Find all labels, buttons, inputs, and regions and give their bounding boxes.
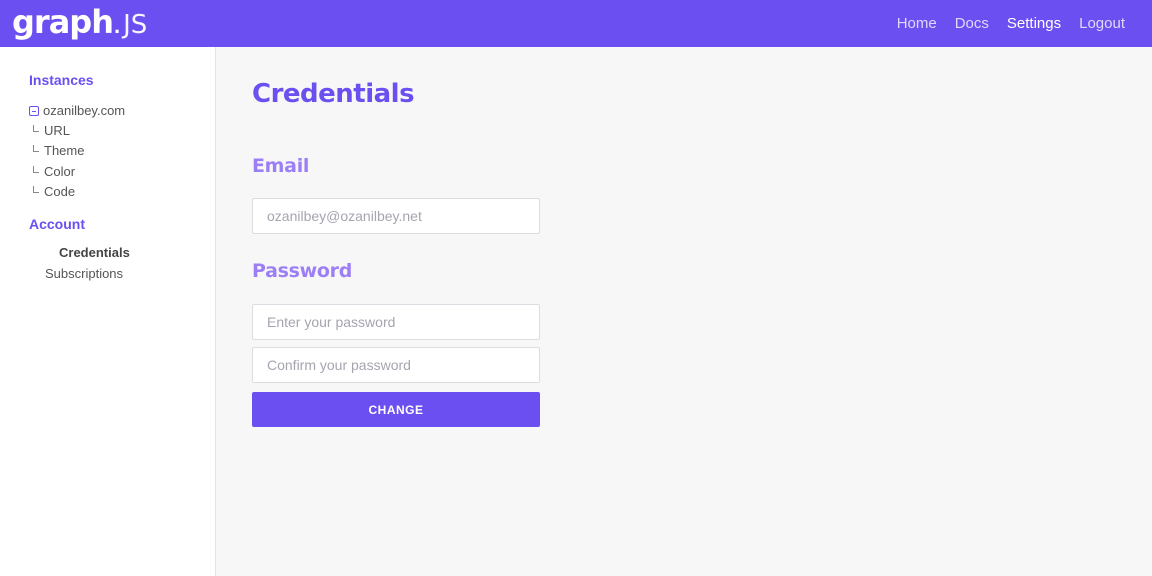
- settings-sidebar: Instances ozanilbey.com URL Theme Color …: [0, 47, 216, 576]
- tree-elbow-icon: [33, 186, 39, 194]
- account-item-subscriptions[interactable]: Subscriptions: [45, 266, 215, 287]
- instance-child-label: Theme: [44, 143, 85, 159]
- nav-docs-link[interactable]: Docs: [955, 15, 989, 32]
- logo-text-bold: graph: [12, 2, 114, 41]
- instance-child-label: Code: [44, 184, 76, 200]
- top-navbar: graph. JS Home Docs Settings Logout: [0, 0, 1152, 47]
- instance-child-color[interactable]: Color: [29, 161, 215, 182]
- tree-elbow-icon: [33, 165, 39, 173]
- account-heading: Account: [29, 216, 85, 232]
- email-heading: Email: [252, 155, 310, 177]
- tree-elbow-icon: [33, 124, 39, 132]
- instance-child-theme[interactable]: Theme: [29, 141, 215, 162]
- account-menu: Credentials Subscriptions: [29, 245, 215, 287]
- instance-tree: ozanilbey.com URL Theme Color Code: [29, 101, 215, 202]
- email-field[interactable]: [252, 198, 540, 234]
- instance-item[interactable]: ozanilbey.com: [29, 101, 215, 120]
- nav-logout-link[interactable]: Logout: [1079, 15, 1125, 32]
- instance-child-label: Color: [44, 163, 76, 179]
- password-heading: Password: [252, 260, 353, 282]
- change-button[interactable]: CHANGE: [252, 392, 540, 427]
- logo-dot: .: [113, 12, 121, 38]
- instance-child-code[interactable]: Code: [29, 182, 215, 203]
- tree-elbow-icon: [33, 145, 39, 153]
- collapse-icon[interactable]: [29, 105, 39, 116]
- password-field[interactable]: [252, 304, 540, 340]
- instance-name: ozanilbey.com: [43, 103, 126, 118]
- nav-settings-link[interactable]: Settings: [1007, 15, 1061, 32]
- instance-child-label: URL: [44, 122, 71, 138]
- credentials-panel: Credentials Email Password CHANGE: [217, 47, 1152, 576]
- instance-child-url[interactable]: URL: [29, 120, 215, 141]
- graphjs-logo[interactable]: graph. JS: [12, 3, 147, 41]
- page-title: Credentials: [252, 79, 415, 109]
- confirm-password-field[interactable]: [252, 347, 540, 383]
- main-nav: Home Docs Settings Logout: [897, 15, 1125, 32]
- logo-text-light: JS: [123, 9, 148, 40]
- account-item-credentials[interactable]: Credentials: [45, 245, 215, 266]
- instances-heading: Instances: [29, 72, 94, 88]
- nav-home-link[interactable]: Home: [897, 15, 937, 32]
